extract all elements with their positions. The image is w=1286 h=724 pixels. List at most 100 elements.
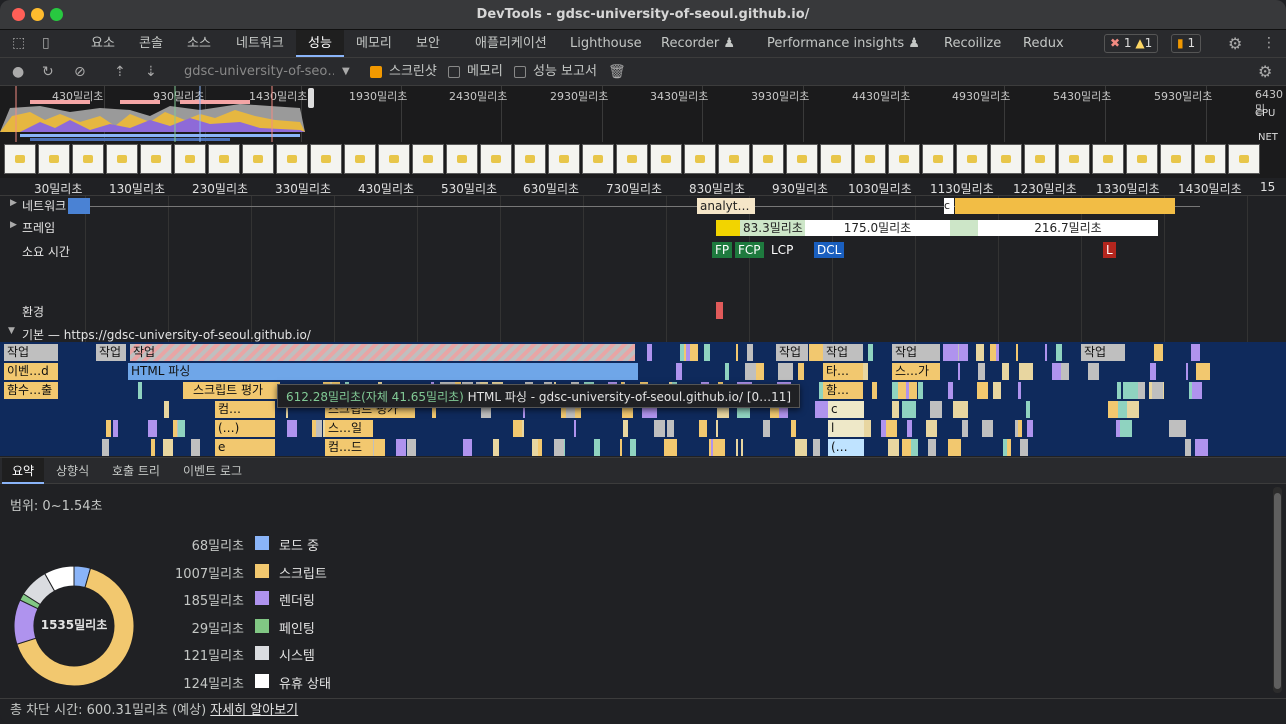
- flame-slice[interactable]: [745, 363, 756, 380]
- task-bar-2[interactable]: 작업: [96, 344, 126, 361]
- settings-gear-icon[interactable]: ⚙: [1228, 30, 1242, 57]
- flame-slice[interactable]: [1016, 344, 1018, 361]
- flame-slice[interactable]: [1018, 382, 1021, 399]
- flame-slice[interactable]: [287, 420, 297, 437]
- screenshot-thumbnail[interactable]: [1092, 144, 1124, 174]
- flame-slice[interactable]: [713, 439, 725, 456]
- environment-event[interactable]: [716, 302, 723, 319]
- flame-slice[interactable]: [755, 363, 764, 380]
- flame-slice[interactable]: [918, 382, 923, 399]
- screenshot-thumbnail[interactable]: [1194, 144, 1226, 174]
- screenshot-thumbnail[interactable]: [956, 144, 988, 174]
- flame-slice[interactable]: [164, 401, 169, 418]
- flame-slice[interactable]: [538, 439, 542, 456]
- frame-1[interactable]: 83.3밀리초: [740, 220, 805, 236]
- flame-slice[interactable]: [747, 344, 753, 361]
- flame-slice[interactable]: [725, 363, 729, 380]
- clear-icon[interactable]: ⊘: [74, 58, 86, 86]
- screenshot-thumbnail[interactable]: [990, 144, 1022, 174]
- flame-slice[interactable]: [863, 363, 868, 380]
- flame-slice[interactable]: [554, 439, 564, 456]
- flame-slice[interactable]: [736, 439, 738, 456]
- flame-slice[interactable]: [976, 344, 984, 361]
- tab-application[interactable]: 애플리케이션: [475, 30, 547, 57]
- screenshot-thumbnail[interactable]: [514, 144, 546, 174]
- tab-memory[interactable]: 메모리: [356, 30, 392, 57]
- tab-performance[interactable]: 성능: [296, 30, 344, 57]
- long-task-bar[interactable]: 작업: [130, 344, 635, 361]
- chevron-down-icon[interactable]: ▼: [342, 58, 350, 86]
- task-bar-1[interactable]: 작업: [4, 344, 58, 361]
- frame-idle[interactable]: [950, 220, 978, 236]
- flame-slice[interactable]: [1108, 401, 1118, 418]
- flame-slice[interactable]: [1061, 363, 1069, 380]
- html-parse-bar[interactable]: HTML 파싱: [128, 363, 638, 380]
- tab-summary[interactable]: 요약: [2, 458, 45, 484]
- compile-bar-1[interactable]: 컴…: [215, 401, 275, 418]
- lcp-marker[interactable]: LCP: [768, 242, 797, 258]
- minimize-window-button[interactable]: [31, 8, 44, 21]
- flame-slice[interactable]: [151, 439, 155, 456]
- screenshot-thumbnail[interactable]: [752, 144, 784, 174]
- flame-slice[interactable]: [1196, 363, 1210, 380]
- tab-elements[interactable]: 요소: [91, 30, 115, 57]
- screenshot-checkbox[interactable]: [370, 66, 382, 78]
- screenshot-thumbnail[interactable]: [650, 144, 682, 174]
- frame-3[interactable]: 216.7밀리초: [978, 220, 1158, 236]
- flame-slice[interactable]: [996, 344, 999, 361]
- flame-slice[interactable]: [815, 401, 829, 418]
- flame-slice[interactable]: [191, 439, 200, 456]
- flame-slice[interactable]: [620, 439, 622, 456]
- flame-slice[interactable]: [407, 439, 416, 456]
- flame-slice[interactable]: [872, 382, 877, 399]
- flame-slice[interactable]: [868, 344, 873, 361]
- web-vitals-checkbox[interactable]: [514, 66, 526, 78]
- screenshot-thumbnail[interactable]: [412, 144, 444, 174]
- screenshot-thumbnail[interactable]: [106, 144, 138, 174]
- flame-slice[interactable]: [574, 420, 576, 437]
- network-track-label[interactable]: 네트워크: [22, 197, 66, 214]
- flame-slice[interactable]: [909, 382, 917, 399]
- flame-slice[interactable]: [374, 439, 385, 456]
- screenshot-thumbnail[interactable]: [922, 144, 954, 174]
- flame-slice[interactable]: [716, 420, 718, 437]
- trash-icon[interactable]: 🗑: [608, 58, 626, 86]
- flame-slice[interactable]: [977, 382, 988, 399]
- screenshot-thumbnail[interactable]: [276, 144, 308, 174]
- flame-slice[interactable]: [1120, 420, 1132, 437]
- flame-slice[interactable]: [647, 344, 652, 361]
- paren-call-bar[interactable]: (…: [828, 439, 864, 456]
- flame-slice[interactable]: [312, 420, 316, 437]
- anonymous-bar[interactable]: (…): [215, 420, 275, 437]
- script-end-bar[interactable]: 스…가: [892, 363, 940, 380]
- flame-slice[interactable]: [686, 344, 690, 361]
- tab-sources[interactable]: 소스: [187, 30, 211, 57]
- screenshot-thumbnail[interactable]: [1160, 144, 1192, 174]
- screenshot-thumbnail[interactable]: [582, 144, 614, 174]
- flame-slice[interactable]: [943, 344, 958, 361]
- flame-slice[interactable]: [1195, 439, 1208, 456]
- flame-slice[interactable]: [1150, 363, 1156, 380]
- flame-slice[interactable]: [594, 439, 600, 456]
- flame-slice[interactable]: [664, 439, 677, 456]
- error-badge[interactable]: ✖ 1 ▲1: [1104, 34, 1159, 53]
- recording-select[interactable]: gdsc-university-of-seo…: [184, 58, 334, 86]
- flame-slice[interactable]: [948, 439, 961, 456]
- flame-slice[interactable]: [1185, 439, 1191, 456]
- fcp-marker[interactable]: FCP: [735, 242, 764, 258]
- flame-slice[interactable]: [656, 420, 665, 437]
- screenshot-thumbnail[interactable]: [684, 144, 716, 174]
- flame-slice[interactable]: [1018, 420, 1022, 437]
- flame-slice[interactable]: [798, 363, 804, 380]
- screenshot-thumbnail[interactable]: [140, 144, 172, 174]
- screenshot-thumbnail[interactable]: [718, 144, 750, 174]
- flame-slice[interactable]: [148, 420, 157, 437]
- flame-slice[interactable]: [178, 420, 185, 437]
- reload-record-icon[interactable]: ↻: [42, 58, 54, 86]
- flame-slice[interactable]: [1117, 382, 1121, 399]
- flame-slice[interactable]: [1154, 344, 1163, 361]
- screenshot-thumbnail[interactable]: [548, 144, 580, 174]
- main-collapse-icon[interactable]: ▼: [8, 326, 15, 336]
- flame-slice[interactable]: [1152, 382, 1163, 399]
- flame-slice[interactable]: [982, 420, 986, 437]
